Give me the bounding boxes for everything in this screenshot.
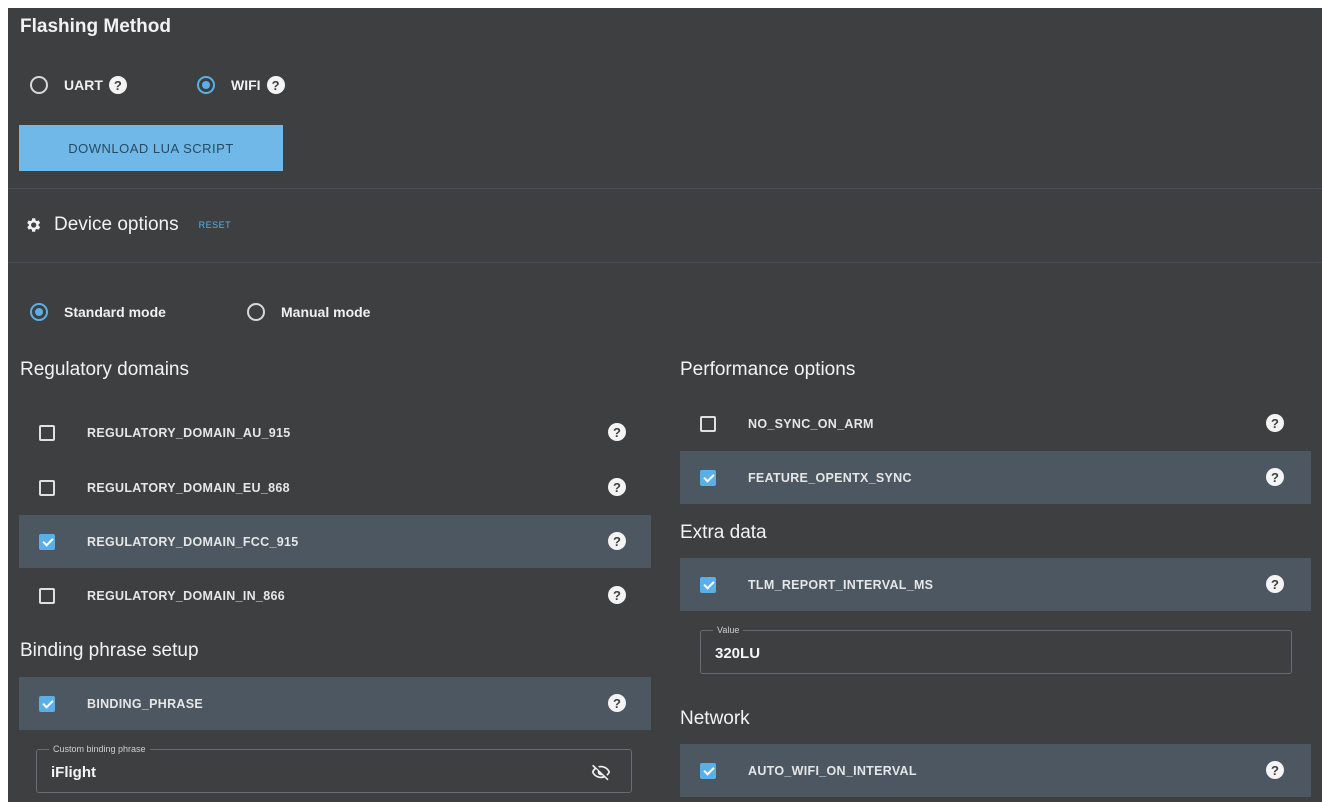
help-icon[interactable]: ? [1266, 575, 1284, 593]
uart-radio-icon[interactable] [30, 76, 48, 94]
checkbox[interactable] [700, 576, 716, 593]
device-options-header: Device options RESET [24, 210, 231, 240]
help-icon[interactable]: ? [1266, 468, 1284, 486]
checkbox[interactable] [700, 762, 716, 779]
checkbox[interactable] [39, 479, 55, 496]
checkbox[interactable] [39, 695, 55, 712]
help-icon[interactable]: ? [1266, 761, 1284, 779]
option-label: TLM_REPORT_INTERVAL_MS [748, 577, 934, 592]
help-icon[interactable]: ? [608, 694, 626, 712]
binding-phrase-input[interactable] [51, 764, 531, 781]
eye-off-icon[interactable] [591, 762, 611, 782]
radio-uart[interactable]: UART ? [30, 70, 127, 100]
value-field[interactable]: Value [700, 625, 1292, 674]
wifi-radio-icon[interactable] [197, 76, 215, 94]
flashing-method-title: Flashing Method [20, 16, 171, 37]
option-row[interactable]: BINDING_PHRASE ? [19, 677, 651, 730]
radio-wifi[interactable]: WIFI ? [197, 70, 285, 100]
network-title: Network [680, 708, 750, 729]
option-row[interactable]: AUTO_WIFI_ON_INTERVAL ? [680, 744, 1311, 797]
manual-mode-radio-icon[interactable] [247, 303, 265, 321]
value-input[interactable] [715, 645, 1195, 662]
option-row[interactable]: REGULATORY_DOMAIN_AU_915 ? [19, 406, 651, 459]
manual-mode-label: Manual mode [281, 304, 371, 320]
option-row[interactable]: NO_SYNC_ON_ARM ? [680, 397, 1311, 450]
regulatory-domains-title: Regulatory domains [20, 359, 189, 380]
option-row[interactable]: REGULATORY_DOMAIN_EU_868 ? [19, 461, 651, 514]
checkbox[interactable] [39, 424, 55, 441]
checkbox[interactable] [39, 533, 55, 550]
extra-data-title: Extra data [680, 522, 767, 543]
custom-binding-phrase-field[interactable]: Custom binding phrase [36, 744, 632, 793]
help-icon[interactable]: ? [1266, 414, 1284, 432]
option-label: REGULATORY_DOMAIN_FCC_915 [87, 534, 299, 549]
device-options-title: Device options [54, 214, 179, 235]
performance-options-title: Performance options [680, 359, 856, 380]
option-label: BINDING_PHRASE [87, 696, 204, 711]
option-row[interactable]: REGULATORY_DOMAIN_IN_866 ? [19, 569, 651, 622]
reset-link[interactable]: RESET [199, 220, 232, 230]
help-icon[interactable]: ? [608, 586, 626, 604]
help-icon[interactable]: ? [108, 76, 127, 94]
help-icon[interactable]: ? [608, 478, 626, 496]
radio-manual-mode[interactable]: Manual mode [247, 297, 370, 327]
option-label: AUTO_WIFI_ON_INTERVAL [748, 763, 917, 778]
checkbox[interactable] [39, 587, 55, 604]
option-label: REGULATORY_DOMAIN_EU_868 [87, 480, 290, 495]
binding-phrase-title: Binding phrase setup [20, 640, 199, 661]
uart-label: UART [64, 77, 103, 93]
option-label: FEATURE_OPENTX_SYNC [748, 470, 912, 485]
field-label: Custom binding phrase [49, 744, 150, 754]
option-label: REGULATORY_DOMAIN_IN_866 [87, 588, 285, 603]
radio-standard-mode[interactable]: Standard mode [30, 297, 166, 327]
divider [8, 188, 1322, 189]
firmware-options-panel: Flashing Method UART ? WIFI ? DOWNLOAD L… [8, 8, 1322, 802]
field-label: Value [713, 625, 744, 635]
wifi-label: WIFI [231, 77, 261, 93]
checkbox[interactable] [700, 415, 716, 432]
option-row[interactable]: REGULATORY_DOMAIN_FCC_915 ? [19, 515, 651, 568]
standard-mode-label: Standard mode [64, 304, 166, 320]
help-icon[interactable]: ? [608, 532, 626, 550]
checkbox[interactable] [700, 469, 716, 486]
help-icon[interactable]: ? [608, 423, 626, 441]
standard-mode-radio-icon[interactable] [30, 303, 48, 321]
option-label: NO_SYNC_ON_ARM [748, 416, 874, 431]
option-label: REGULATORY_DOMAIN_AU_915 [87, 425, 291, 440]
download-lua-script-button[interactable]: DOWNLOAD LUA SCRIPT [19, 125, 283, 171]
option-row[interactable]: FEATURE_OPENTX_SYNC ? [680, 451, 1311, 504]
help-icon[interactable]: ? [266, 76, 285, 94]
divider [8, 262, 1322, 263]
gear-icon [24, 216, 42, 234]
option-row[interactable]: TLM_REPORT_INTERVAL_MS ? [680, 558, 1311, 611]
